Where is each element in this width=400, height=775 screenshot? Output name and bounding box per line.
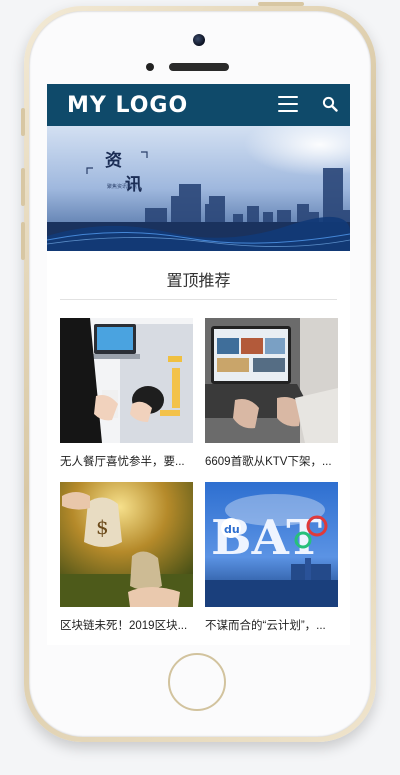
volume-up-button <box>21 168 25 206</box>
svg-text:du: du <box>224 523 240 536</box>
site-logo[interactable]: MY LOGO <box>67 93 188 118</box>
header-bar: MY LOGO <box>47 84 350 126</box>
banner-image: 资 讯 聚焦资讯热点 <box>47 126 350 251</box>
mute-switch <box>21 108 25 136</box>
article-title[interactable]: 区块链未死！2019区块... <box>60 617 193 633</box>
article-card[interactable]: $ 区块链未死！2019区块... <box>60 482 193 633</box>
search-icon[interactable] <box>322 96 338 112</box>
svg-text:BAT: BAT <box>211 510 322 566</box>
svg-text:$: $ <box>96 515 109 539</box>
volume-down-button <box>21 222 25 260</box>
banner-subtext: 聚焦资讯热点 <box>107 183 137 190</box>
article-title[interactable]: 无人餐厅喜忧参半，要... <box>60 453 193 469</box>
article-card[interactable]: BAT du 不谋而合的“云计划”，... <box>205 482 338 633</box>
proximity-sensor <box>146 63 154 71</box>
home-button[interactable] <box>168 653 226 711</box>
banner-heading-char-1: 资 <box>105 150 122 171</box>
menu-icon[interactable] <box>278 96 298 112</box>
article-thumbnail[interactable] <box>60 318 193 443</box>
article-thumbnail[interactable]: BAT du <box>205 482 338 607</box>
earpiece-speaker <box>169 63 229 71</box>
screen: MY LOGO 资 讯 聚焦资讯热点 置顶推荐 无人餐厅喜忧参半，要... 66… <box>47 84 350 645</box>
article-card[interactable]: 6609首歌从KTV下架，... <box>205 318 338 469</box>
article-thumbnail[interactable]: $ <box>60 482 193 607</box>
power-button <box>258 2 304 6</box>
article-thumbnail[interactable] <box>205 318 338 443</box>
article-card[interactable]: 无人餐厅喜忧参半，要... <box>60 318 193 469</box>
article-title[interactable]: 6609首歌从KTV下架，... <box>205 453 338 469</box>
section-divider <box>60 299 337 300</box>
front-camera-icon <box>193 34 205 46</box>
banner-carousel[interactable]: 资 讯 聚焦资讯热点 <box>47 126 350 251</box>
section-title: 置顶推荐 <box>166 273 231 290</box>
article-title[interactable]: 不谋而合的“云计划”，... <box>205 617 338 633</box>
